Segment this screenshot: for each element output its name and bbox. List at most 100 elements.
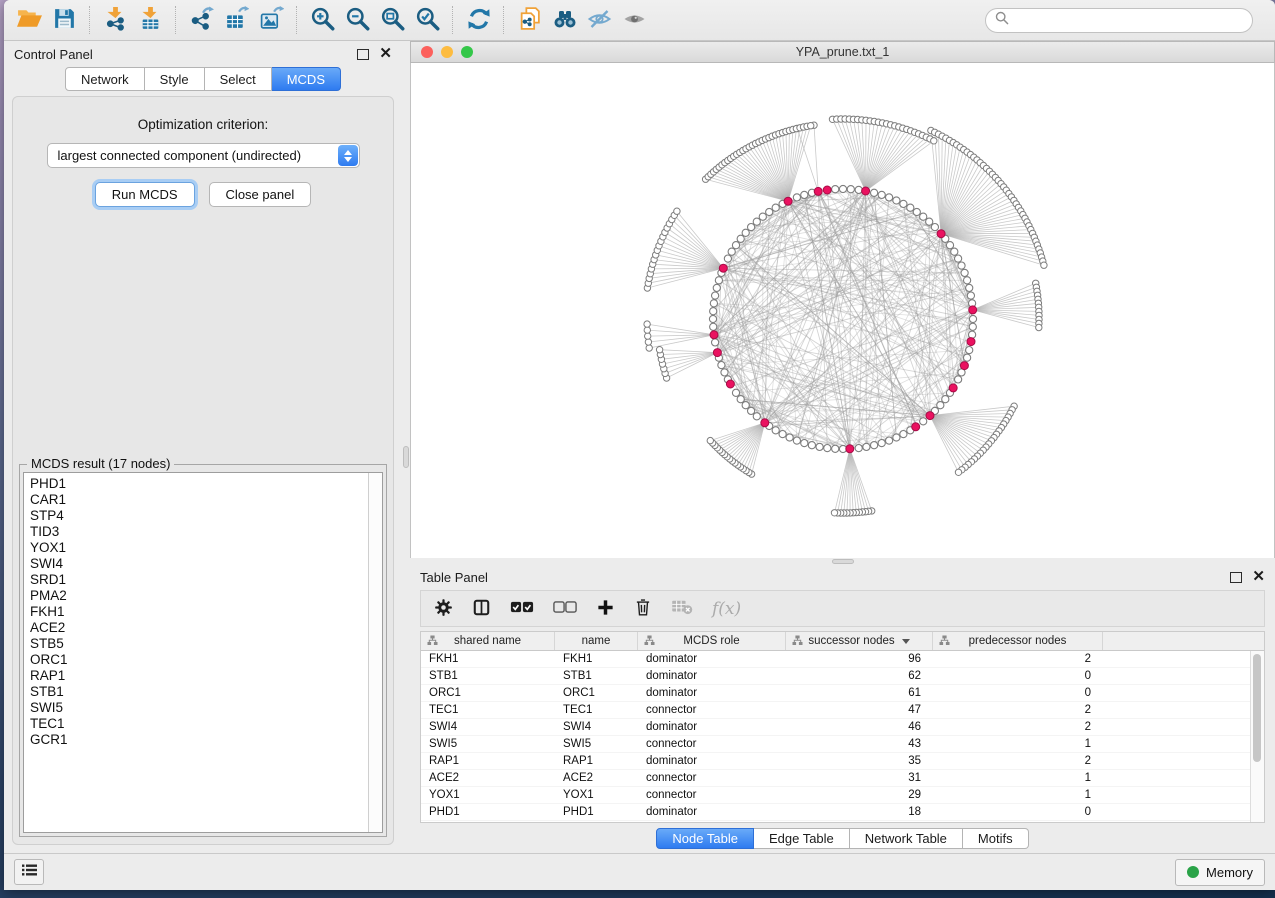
copy-network-button[interactable]: [513, 4, 546, 36]
task-history-button[interactable]: [14, 859, 44, 885]
column-header-shared-name[interactable]: shared name: [421, 632, 555, 650]
refresh-button[interactable]: [462, 4, 495, 36]
memory-button[interactable]: Memory: [1175, 859, 1265, 886]
table-row[interactable]: STB1STB1dominator620: [421, 668, 1264, 685]
zoom-in-button[interactable]: [306, 4, 339, 36]
splitter-handle[interactable]: [832, 559, 854, 564]
run-mcds-button[interactable]: Run MCDS: [95, 182, 195, 207]
network-view-canvas[interactable]: [410, 63, 1275, 558]
open-file-button[interactable]: [13, 4, 46, 36]
deselect-all-button[interactable]: [553, 600, 577, 617]
table-row[interactable]: RAP1RAP1dominator352: [421, 753, 1264, 770]
mcds-result-item[interactable]: ACE2: [30, 620, 368, 636]
tab-network-table[interactable]: Network Table: [850, 828, 963, 849]
tab-select[interactable]: Select: [205, 67, 272, 91]
splitter-handle[interactable]: [403, 446, 409, 468]
settings-gear-button[interactable]: [434, 598, 453, 620]
table-row[interactable]: PHD1PHD1dominator180: [421, 804, 1264, 821]
table-row[interactable]: FKH1FKH1dominator962: [421, 651, 1264, 668]
float-panel-icon[interactable]: [1230, 572, 1242, 583]
tab-node-table[interactable]: Node Table: [656, 828, 754, 849]
import-table-button[interactable]: [134, 4, 167, 36]
export-image-button[interactable]: [255, 4, 288, 36]
table-row[interactable]: YOX1YOX1connector291: [421, 787, 1264, 804]
table-row[interactable]: ACE2ACE2connector311: [421, 770, 1264, 787]
import-network-button[interactable]: [99, 4, 132, 36]
search-input[interactable]: [1015, 12, 1243, 28]
search-box[interactable]: [985, 8, 1253, 33]
search-network-button[interactable]: [548, 4, 581, 36]
tab-mcds[interactable]: MCDS: [272, 67, 341, 91]
vertical-splitter[interactable]: [402, 41, 410, 853]
table-cell: PHD1: [421, 806, 555, 818]
export-network-button[interactable]: [185, 4, 218, 36]
clear-table-button[interactable]: [671, 599, 693, 618]
table-cell: TEC1: [421, 704, 555, 716]
table-cell: YOX1: [555, 789, 638, 801]
column-header-successor-nodes[interactable]: successor nodes: [786, 632, 933, 650]
tab-network[interactable]: Network: [65, 67, 145, 91]
table-cell: 2: [933, 755, 1103, 767]
column-header-predecessor-nodes[interactable]: predecessor nodes: [933, 632, 1103, 650]
mcds-result-item[interactable]: SWI5: [30, 700, 368, 716]
table-cell: connector: [638, 738, 786, 750]
dropdown-stepper-icon: [338, 145, 358, 166]
mcds-result-item[interactable]: STB1: [30, 684, 368, 700]
mcds-result-item[interactable]: PHD1: [30, 476, 368, 492]
table-row[interactable]: ORC1ORC1dominator610: [421, 685, 1264, 702]
mcds-result-item[interactable]: YOX1: [30, 540, 368, 556]
mcds-result-item[interactable]: RAP1: [30, 668, 368, 684]
main-toolbar: [4, 0, 1275, 41]
add-row-button[interactable]: [596, 598, 615, 620]
mcds-result-item[interactable]: CAR1: [30, 492, 368, 508]
mcds-result-item[interactable]: ORC1: [30, 652, 368, 668]
mcds-result-item[interactable]: TEC1: [30, 716, 368, 732]
table-cell: FKH1: [421, 653, 555, 665]
table-row[interactable]: TEC1TEC1connector472: [421, 702, 1264, 719]
show-all-icon: [621, 7, 648, 34]
table-cell: SWI5: [421, 738, 555, 750]
table-cell: dominator: [638, 653, 786, 665]
show-columns-button[interactable]: [472, 598, 491, 620]
zoom-fit-button[interactable]: [376, 4, 409, 36]
zoom-out-button[interactable]: [341, 4, 374, 36]
table-row[interactable]: SWI4SWI4dominator462: [421, 719, 1264, 736]
tab-style[interactable]: Style: [145, 67, 205, 91]
table-scrollbar-thumb[interactable]: [1253, 654, 1261, 762]
table-cell: ACE2: [555, 772, 638, 784]
close-panel-icon[interactable]: ✕: [379, 49, 392, 59]
mcds-result-item[interactable]: STP4: [30, 508, 368, 524]
table-row[interactable]: SWI5SWI5connector431: [421, 736, 1264, 753]
mcds-result-item[interactable]: STB5: [30, 636, 368, 652]
tab-edge-table[interactable]: Edge Table: [754, 828, 850, 849]
hide-selected-button[interactable]: [583, 4, 616, 36]
network-window-titlebar[interactable]: YPA_prune.txt_1: [410, 41, 1275, 63]
mcds-result-item[interactable]: TID3: [30, 524, 368, 540]
refresh-icon: [466, 6, 492, 35]
sort-descending-icon: [902, 639, 910, 644]
export-table-button[interactable]: [220, 4, 253, 36]
column-header-name[interactable]: name: [555, 632, 638, 650]
mcds-list-scrollbar[interactable]: [368, 473, 382, 832]
zoom-selected-button[interactable]: [411, 4, 444, 36]
table-scrollbar[interactable]: [1250, 651, 1264, 822]
mcds-result-item[interactable]: SWI4: [30, 556, 368, 572]
table-cell: 35: [786, 755, 933, 767]
mcds-result-item[interactable]: PMA2: [30, 588, 368, 604]
close-panel-button[interactable]: Close panel: [209, 182, 312, 207]
float-panel-icon[interactable]: [357, 49, 369, 60]
show-all-button[interactable]: [618, 4, 651, 36]
deselect-all-icon: [553, 600, 577, 617]
column-header-MCDS-role[interactable]: MCDS role: [638, 632, 786, 650]
table-cell: ACE2: [421, 772, 555, 784]
mcds-result-item[interactable]: FKH1: [30, 604, 368, 620]
criterion-dropdown[interactable]: largest connected component (undirected): [47, 143, 360, 168]
delete-row-button[interactable]: [634, 597, 652, 620]
tab-motifs[interactable]: Motifs: [963, 828, 1029, 849]
save-session-button[interactable]: [48, 4, 81, 36]
select-all-button[interactable]: [510, 600, 534, 617]
mcds-result-item[interactable]: SRD1: [30, 572, 368, 588]
mcds-result-item[interactable]: GCR1: [30, 732, 368, 748]
horizontal-splitter[interactable]: [410, 558, 1275, 565]
close-panel-icon[interactable]: ✕: [1252, 572, 1265, 582]
